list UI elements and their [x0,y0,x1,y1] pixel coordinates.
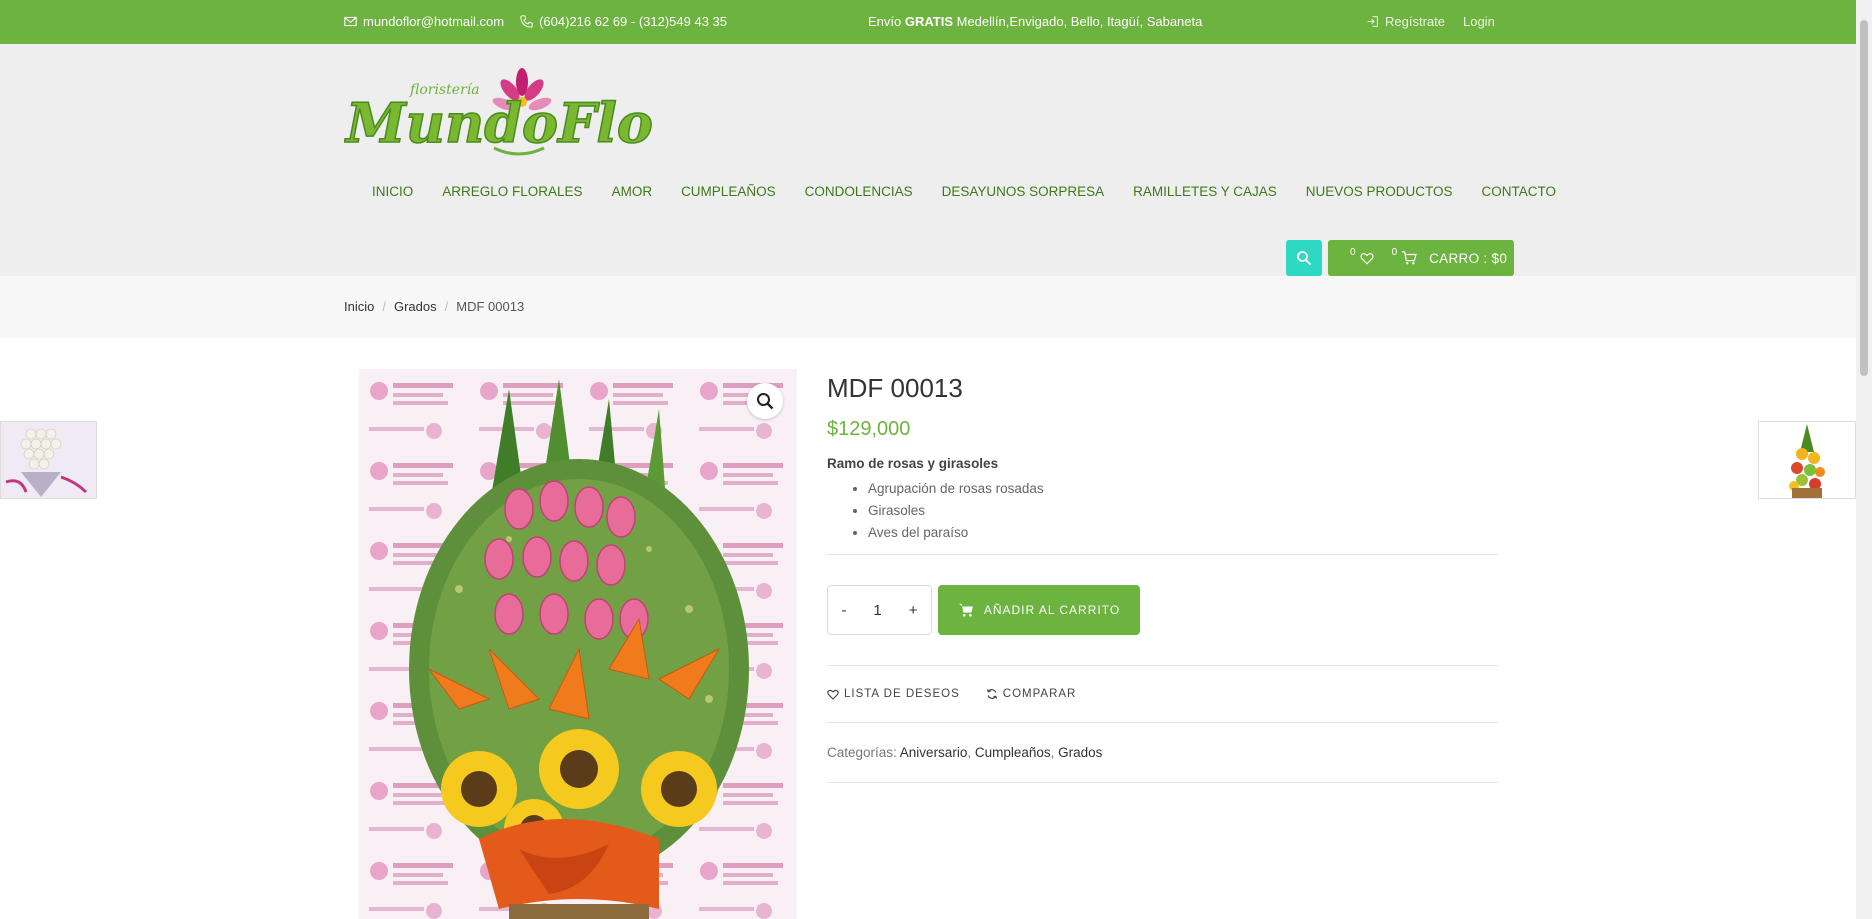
search-icon [1297,251,1312,266]
nav-cumpleanos[interactable]: CUMPLEAÑOS [681,184,776,199]
breadcrumb-separator: / [444,299,449,314]
nav-desayunos-sorpresa[interactable]: DESAYUNOS SORPRESA [942,184,1105,199]
sign-in-icon [1367,16,1378,27]
previous-product-image [1,422,96,498]
shipping-notice: Envío GRATIS Medellín,Envigado, Bello, I… [868,14,1202,29]
cart-count: 0 [1391,246,1398,258]
feature-item: Aves del paraíso [868,525,1498,540]
scrollbar-thumb[interactable] [1860,20,1868,376]
breadcrumb-separator: / [382,299,386,314]
nav-inicio[interactable]: INICIO [372,184,413,199]
nav-amor[interactable]: AMOR [612,184,653,199]
product-title: MDF 00013 [827,373,963,403]
next-product-image [1782,422,1832,498]
heart-icon [827,689,839,700]
category-link-cumpleanos[interactable]: Cumpleaños [975,745,1051,760]
breadcrumb-bar: Inicio / Grados / MDF 00013 [0,276,1856,338]
qty-minus-button[interactable]: - [841,602,846,619]
zoom-button[interactable] [747,383,783,419]
phone-text: (604)216 62 69 - (312)549 43 35 [539,14,728,29]
compare-link[interactable]: COMPARAR [986,688,1077,700]
main-nav: INICIO ARREGLO FLORALES AMOR CUMPLEAÑOS … [372,184,1585,199]
cart-icon [958,603,973,617]
nav-contacto[interactable]: CONTACTO [1482,184,1557,199]
login-link[interactable]: Login [1463,14,1495,29]
mail-icon [344,16,357,27]
product-categories: Categorías: Aniversario, Cumpleaños, Gra… [827,745,1103,760]
divider [827,554,1498,555]
product-description: Ramo de rosas y girasoles [827,456,999,471]
cart-icon [1402,251,1417,265]
feature-list: Agrupación de rosas rosadas Girasoles Av… [827,481,1498,540]
contact-email[interactable]: mundoflor@hotmail.com [344,14,504,29]
product-photo [359,369,797,919]
nav-condolencias[interactable]: CONDOLENCIAS [805,184,913,199]
nav-arreglo-florales[interactable]: ARREGLO FLORALES [442,184,582,199]
add-to-cart-row: - 1 + AÑADIR AL CARRITO [827,585,1498,635]
breadcrumb-current: MDF 00013 [456,299,525,314]
logo-brand-text: MundoFlor [344,91,654,155]
nav-nuevos-productos[interactable]: NUEVOS PRODUCTOS [1306,184,1453,199]
divider [827,782,1498,783]
feature-item: Agrupación de rosas rosadas [868,481,1498,496]
add-to-cart-button[interactable]: AÑADIR AL CARRITO [938,585,1140,635]
previous-product-thumb[interactable] [0,421,97,499]
wishlist-label: LISTA DE DESEOS [844,688,960,700]
register-link[interactable]: Regístrate [1366,14,1445,29]
breadcrumb: Inicio / Grados / MDF 00013 [344,299,524,314]
wishlist-link[interactable]: LISTA DE DESEOS [827,688,960,700]
feature-item: Girasoles [868,503,1498,518]
page-scrollbar[interactable] [1856,0,1872,919]
wishlist-count: 0 [1350,246,1356,258]
contact-phone[interactable]: (604)216 62 69 - (312)549 43 35 [520,14,727,29]
product-price: $129,000 [827,418,911,440]
breadcrumb-category[interactable]: Grados [394,299,437,314]
categories-label: Categorías: [827,745,900,760]
search-button[interactable] [1286,240,1322,276]
shipping-prefix: Envío [868,14,905,29]
email-text: mundoflor@hotmail.com [363,14,505,29]
refresh-icon [986,689,997,699]
shipping-suffix: Medellín,Envigado, Bello, Itagüí, Sabane… [953,14,1203,29]
top-bar: mundoflor@hotmail.com (604)216 62 69 - (… [0,0,1856,44]
breadcrumb-home[interactable]: Inicio [344,299,374,314]
category-link-grados[interactable]: Grados [1058,745,1102,760]
phone-icon [520,15,533,28]
product-summary: MDF 00013 $129,000 Ramo de rosas y giras… [827,369,1498,783]
quantity-stepper: - 1 + [827,585,932,635]
qty-plus-button[interactable]: + [909,602,918,619]
qty-input[interactable]: 1 [873,602,881,619]
register-label: Regístrate [1385,14,1445,29]
next-product-thumb[interactable] [1758,421,1856,499]
add-to-cart-label: AÑADIR AL CARRITO [983,603,1121,617]
product-image[interactable] [359,369,797,919]
header: floristería MundoFlor INICIO ARREGLO FLO… [0,44,1856,276]
category-link-aniversario[interactable]: Aniversario [900,745,968,760]
shipping-bold: GRATIS [904,14,954,29]
nav-ramilletes-y-cajas[interactable]: RAMILLETES Y CAJAS [1133,184,1277,199]
site-logo[interactable]: floristería MundoFlor [344,68,654,156]
compare-label: COMPARAR [1002,688,1077,700]
cart-label: CARRO : $0 [1429,250,1508,266]
magnifier-icon [757,393,774,410]
cart-button[interactable]: 0 0 CARRO : $0 [1328,240,1514,276]
heart-icon [1359,252,1374,265]
product-actions: LISTA DE DESEOS COMPARAR [827,666,1498,722]
